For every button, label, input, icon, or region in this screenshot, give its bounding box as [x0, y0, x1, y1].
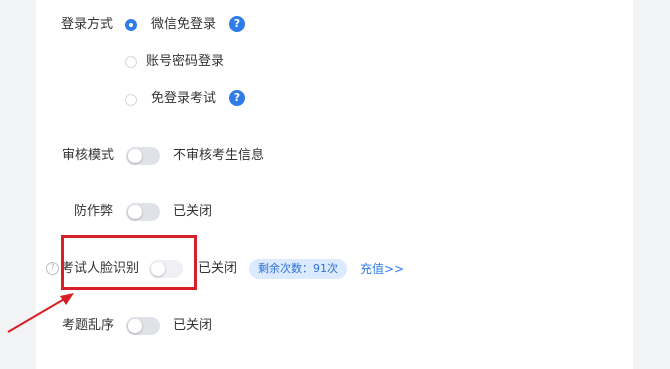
annotation-arrow-icon: [7, 293, 74, 333]
